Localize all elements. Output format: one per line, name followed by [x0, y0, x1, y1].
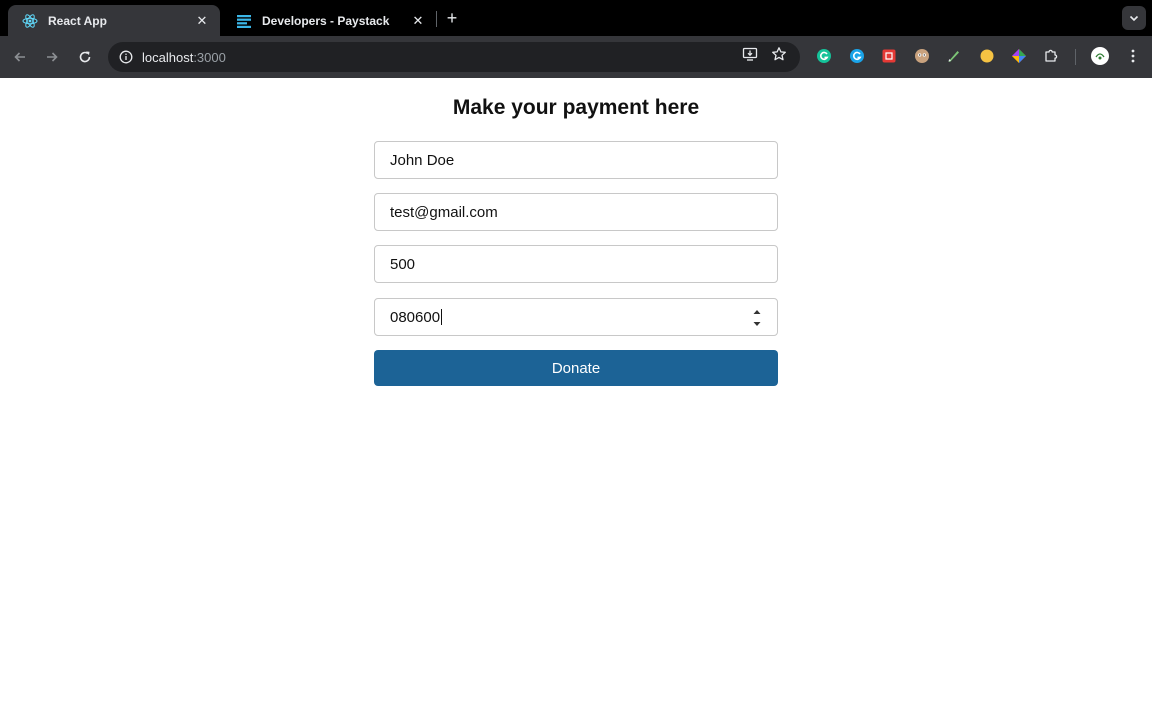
amount-input-value: 500 [390, 255, 416, 273]
url-host: localhost [142, 49, 194, 65]
yellow-dot-extension-icon[interactable] [977, 46, 997, 66]
face-extension-icon[interactable] [912, 46, 932, 66]
menu-kebab-icon[interactable] [1123, 46, 1143, 66]
grammarly-extension-icon[interactable] [814, 46, 834, 66]
browser-toolbar: localhost:3000 [0, 36, 1152, 78]
tab-strip: React App ✕ Developers - Paystack ✕ + [0, 0, 1152, 36]
tab-title: Developers - Paystack [262, 13, 390, 28]
extensions-puzzle-icon[interactable] [1041, 46, 1061, 66]
spinner-down-icon[interactable] [752, 320, 762, 328]
react-logo-icon [22, 13, 38, 29]
puzzle-red-extension-icon[interactable] [879, 46, 899, 66]
tab-react-app[interactable]: React App ✕ [8, 5, 220, 36]
back-arrow-icon[interactable] [8, 45, 32, 69]
phone-number-input[interactable]: 080600 [374, 298, 778, 336]
phone-input-value: 080600 [390, 308, 441, 326]
email-input-value: test@gmail.com [390, 203, 498, 221]
tab-title: React App [48, 13, 107, 28]
pen-extension-icon[interactable] [944, 46, 964, 66]
spinner-up-icon[interactable] [752, 308, 762, 316]
tab-separator [436, 11, 437, 27]
toolbar-separator [1075, 49, 1076, 65]
forward-arrow-icon[interactable] [40, 45, 64, 69]
page-content: Make your payment here John Doe test@gma… [0, 78, 1152, 720]
close-tab-icon[interactable]: ✕ [410, 13, 426, 29]
paystack-logo-icon [236, 13, 252, 29]
profile-avatar-icon[interactable] [1090, 46, 1110, 66]
grammar-check-extension-icon[interactable] [847, 46, 867, 66]
donate-button[interactable]: Donate [374, 350, 778, 386]
bookmark-star-icon[interactable] [768, 43, 790, 65]
reload-icon[interactable] [73, 45, 97, 69]
name-input[interactable]: John Doe [374, 141, 778, 179]
url-port: :3000 [193, 49, 226, 65]
install-app-icon[interactable] [739, 43, 761, 65]
name-input-value: John Doe [390, 151, 455, 169]
address-bar[interactable]: localhost:3000 [108, 42, 800, 72]
new-tab-plus-icon[interactable]: + [442, 8, 462, 28]
tab-search-chevron-down-icon[interactable] [1122, 6, 1146, 30]
color-picker-extension-icon[interactable] [1009, 46, 1029, 66]
close-tab-icon[interactable]: ✕ [194, 13, 210, 29]
page-title: Make your payment here [452, 96, 700, 119]
site-info-icon[interactable] [118, 49, 134, 65]
amount-input[interactable]: 500 [374, 245, 778, 283]
email-input[interactable]: test@gmail.com [374, 193, 778, 231]
tab-developers-paystack[interactable]: Developers - Paystack ✕ [222, 5, 436, 36]
number-spinner[interactable] [751, 308, 763, 328]
text-cursor [441, 309, 443, 325]
